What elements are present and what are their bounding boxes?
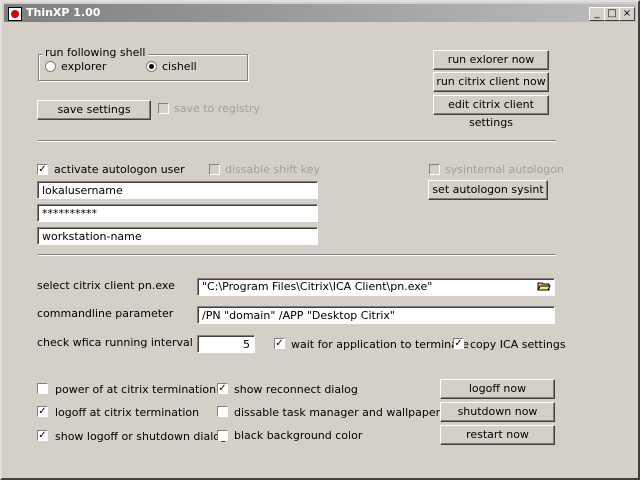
logoff-now-button[interactable]: logoff now [440,379,555,399]
workstation-field[interactable] [37,227,318,245]
commandline-field[interactable] [197,306,555,324]
citrix-client-path-field[interactable]: "C:\Program Files\Citrix\ICA Client\pn.e… [197,278,555,296]
set-autologon-sysint-button[interactable]: set autologon sysint [428,180,548,200]
run-explorer-button[interactable]: run exlorer now [433,50,549,70]
separator-2 [38,254,556,256]
run-citrix-button[interactable]: run citrix client now [433,72,549,92]
show-dialog-checkbox[interactable]: ✓ [37,430,48,441]
citrix-client-path-text: "C:\Program Files\Citrix\ICA Client\pn.e… [202,280,433,293]
shell-group-title: run following shell [43,46,148,59]
power-off-checkbox[interactable] [37,383,48,394]
activate-autologon-label: activate autologon user [54,163,185,176]
title-bar[interactable]: ThinXP 1.00 _ □ × [4,4,636,22]
save-settings-button[interactable]: save settings [37,100,151,120]
shutdown-now-button[interactable]: shutdown now [440,402,555,422]
disable-shift-label: dissable shift key [225,163,321,176]
black-bg-checkbox[interactable] [217,430,228,441]
password-field[interactable] [37,204,318,222]
disable-shift-checkbox[interactable] [209,164,220,175]
minimize-button[interactable]: _ [589,7,605,21]
power-off-label: power of at citrix termination [55,383,217,396]
copy-ica-checkbox[interactable]: ✓ [453,338,464,349]
citrix-client-label: select citrix client pn.exe [37,279,175,292]
sysinternal-autologon-checkbox[interactable] [429,164,440,175]
wait-terminate-checkbox[interactable]: ✓ [274,338,285,349]
username-field[interactable] [37,181,318,199]
interval-field[interactable] [197,335,255,353]
black-bg-label: black background color [234,429,363,442]
commandline-label: commandline parameter [37,307,174,320]
separator-1 [38,140,556,142]
folder-open-icon[interactable] [536,280,552,294]
window-title: ThinXP 1.00 [26,6,101,19]
maximize-button[interactable]: □ [604,7,620,21]
radio-cishell-label: cishell [162,60,197,73]
main-window: ThinXP 1.00 _ □ × run following shell ex… [0,0,640,480]
close-button[interactable]: × [619,7,635,21]
radio-cishell[interactable] [146,61,157,72]
wait-terminate-label: wait for application to terminate [291,338,469,351]
app-icon [8,7,22,21]
sysinternal-autologon-label: sysinternal autologon [445,163,564,176]
edit-citrix-settings-button[interactable]: edit citrix client settings [433,95,549,129]
reconnect-dialog-checkbox[interactable]: ✓ [217,383,228,394]
copy-ica-label: copy ICA settings [470,338,566,351]
restart-now-button[interactable]: restart now [440,425,555,445]
logoff-termination-checkbox[interactable]: ✓ [37,406,48,417]
save-registry-label: save to registry [174,102,260,115]
disable-taskmgr-checkbox[interactable] [217,406,228,417]
activate-autologon-checkbox[interactable]: ✓ [37,164,48,175]
interval-label: check wfica running interval [37,336,193,349]
radio-explorer-label: explorer [61,60,107,73]
reconnect-dialog-label: show reconnect dialog [234,383,358,396]
disable-taskmgr-label: dissable task manager and wallpaper [234,406,441,419]
radio-explorer[interactable] [45,61,56,72]
logoff-termination-label: logoff at citrix termination [55,406,200,419]
show-dialog-label: show logoff or shutdown dialog [55,430,227,443]
save-registry-checkbox[interactable] [158,103,169,114]
